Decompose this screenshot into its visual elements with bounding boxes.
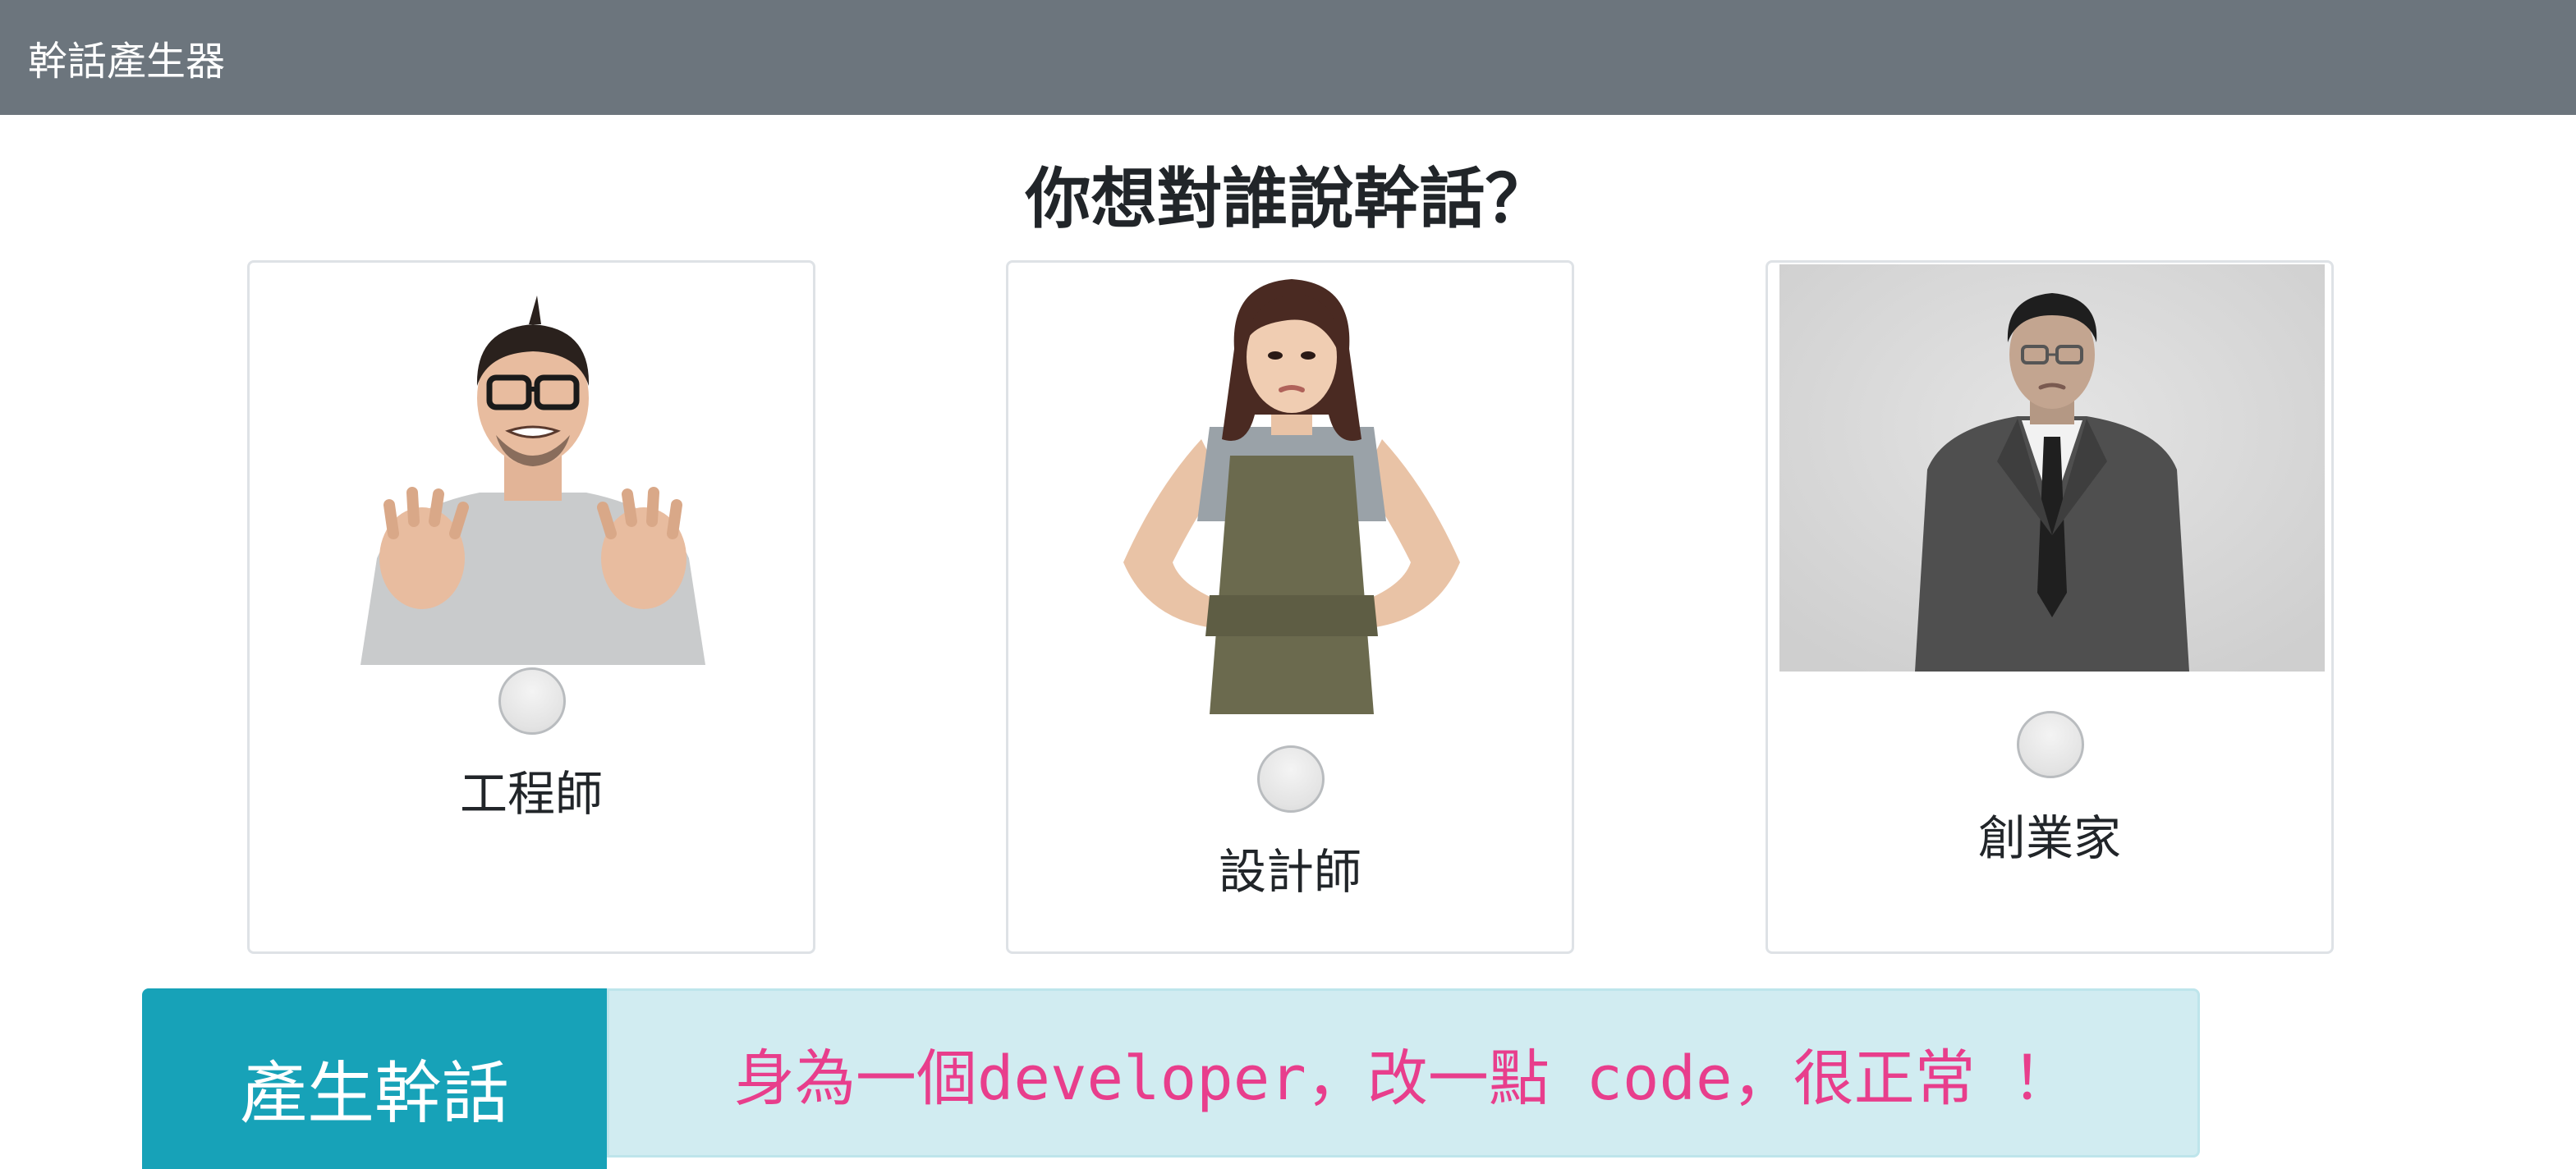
output-text: 身為一個developer，改一點 code，很正常 ！	[733, 1043, 2073, 1114]
generator-row: 產生幹話 身為一個developer，改一點 code，很正常 ！	[142, 988, 2200, 1169]
output-box: 身為一個developer，改一點 code，很正常 ！	[607, 988, 2200, 1158]
engineer-radio[interactable]	[498, 667, 566, 735]
designer-radio[interactable]	[1257, 745, 1325, 813]
role-card-entrepreneur[interactable]: 創業家	[1766, 260, 2334, 954]
role-label-designer: 設計師	[1218, 844, 1361, 900]
designer-photo	[1091, 275, 1493, 714]
role-card-designer[interactable]: 設計師	[1006, 260, 1574, 954]
entrepreneur-radio[interactable]	[2017, 711, 2084, 778]
role-label-engineer: 工程師	[459, 766, 603, 822]
entrepreneur-photo	[1779, 264, 2325, 672]
role-label-entrepreneur: 創業家	[1977, 810, 2121, 866]
generate-button[interactable]: 產生幹話	[142, 988, 607, 1169]
engineer-photo	[299, 287, 767, 665]
role-card-engineer[interactable]: 工程師	[247, 260, 815, 954]
navbar-brand[interactable]: 幹話產生器	[28, 29, 225, 86]
navbar: 幹話產生器	[0, 0, 2576, 115]
page-title: 你想對誰說幹話？	[1025, 161, 1551, 237]
